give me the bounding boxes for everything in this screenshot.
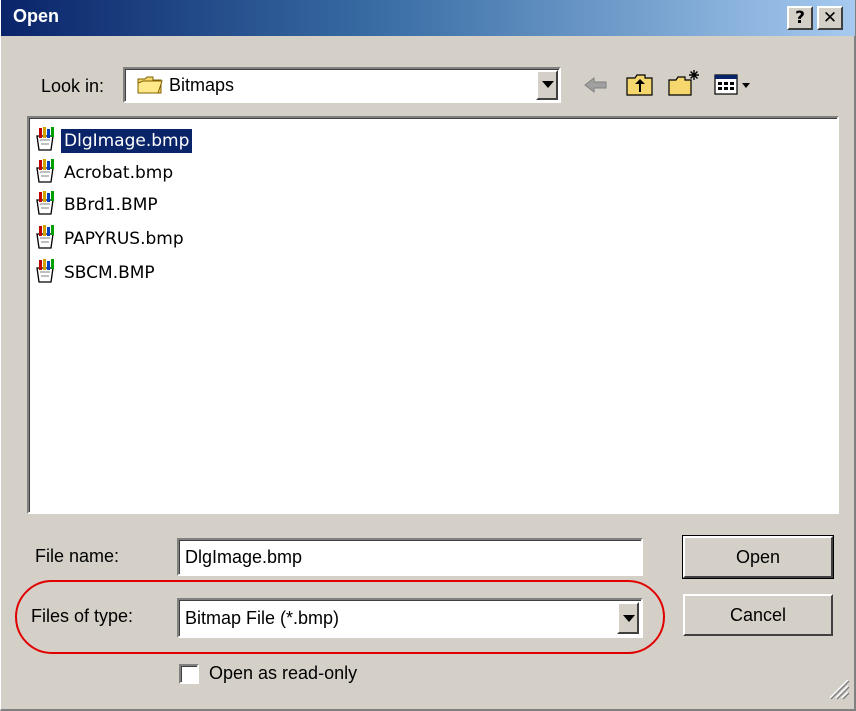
- files-of-type-dropdown-button[interactable]: [617, 602, 639, 634]
- files-of-type-value: Bitmap File (*.bmp): [185, 608, 340, 628]
- open-dialog: Open ? ✕ Look in: Bitmaps DlgImage.bmp A…: [0, 0, 856, 711]
- list-item[interactable]: BBrd1.BMP: [33, 190, 161, 220]
- list-item[interactable]: Acrobat.bmp: [33, 158, 176, 188]
- look-in-label: Look in:: [41, 76, 105, 96]
- file-name-label: SBCM.BMP: [64, 263, 155, 283]
- files-of-type-label: Files of type:: [31, 606, 134, 626]
- read-only-label: Open as read-only: [209, 663, 358, 683]
- file-name-label: File name:: [35, 546, 120, 566]
- title-bar[interactable]: Open ? ✕: [1, 0, 855, 36]
- file-name-label: Acrobat.bmp: [64, 163, 174, 183]
- window-title: Open: [13, 6, 60, 26]
- list-item[interactable]: PAPYRUS.bmp: [33, 224, 187, 254]
- file-name-label: PAPYRUS.bmp: [64, 229, 184, 249]
- bitmap-file-icon: [33, 258, 59, 289]
- open-button[interactable]: Open: [682, 535, 834, 579]
- bitmap-file-icon: [33, 190, 59, 221]
- bitmap-file-icon: [33, 224, 59, 255]
- list-item[interactable]: SBCM.BMP: [33, 258, 158, 288]
- file-name-label: BBrd1.BMP: [64, 195, 158, 215]
- list-item[interactable]: DlgImage.bmp: [33, 126, 193, 157]
- look-in-value: Bitmaps: [169, 75, 235, 95]
- resize-grip-icon[interactable]: [824, 674, 850, 705]
- chevron-down-icon: [542, 81, 554, 88]
- file-name-label: DlgImage.bmp: [61, 129, 193, 153]
- cancel-button[interactable]: Cancel: [683, 594, 833, 636]
- files-of-type-combo[interactable]: Bitmap File (*.bmp): [177, 598, 643, 638]
- look-in-dropdown-button[interactable]: [536, 70, 558, 100]
- new-folder-icon[interactable]: [667, 68, 701, 103]
- folder-icon: [137, 75, 163, 100]
- file-name-field[interactable]: DlgImage.bmp: [177, 538, 643, 576]
- back-arrow-icon[interactable]: [583, 74, 609, 101]
- close-button[interactable]: ✕: [817, 6, 843, 30]
- chevron-down-icon: [623, 615, 635, 622]
- up-folder-icon[interactable]: [625, 72, 655, 103]
- look-in-combo[interactable]: Bitmaps: [123, 67, 561, 103]
- bitmap-file-icon: [33, 158, 59, 189]
- bitmap-file-icon: [33, 126, 59, 157]
- view-menu-icon[interactable]: [713, 72, 753, 103]
- file-list[interactable]: DlgImage.bmp Acrobat.bmp BBrd1.BMP PAPYR…: [27, 116, 839, 514]
- file-name-value: DlgImage.bmp: [185, 547, 303, 567]
- help-button[interactable]: ?: [787, 6, 813, 30]
- read-only-checkbox[interactable]: [179, 664, 199, 684]
